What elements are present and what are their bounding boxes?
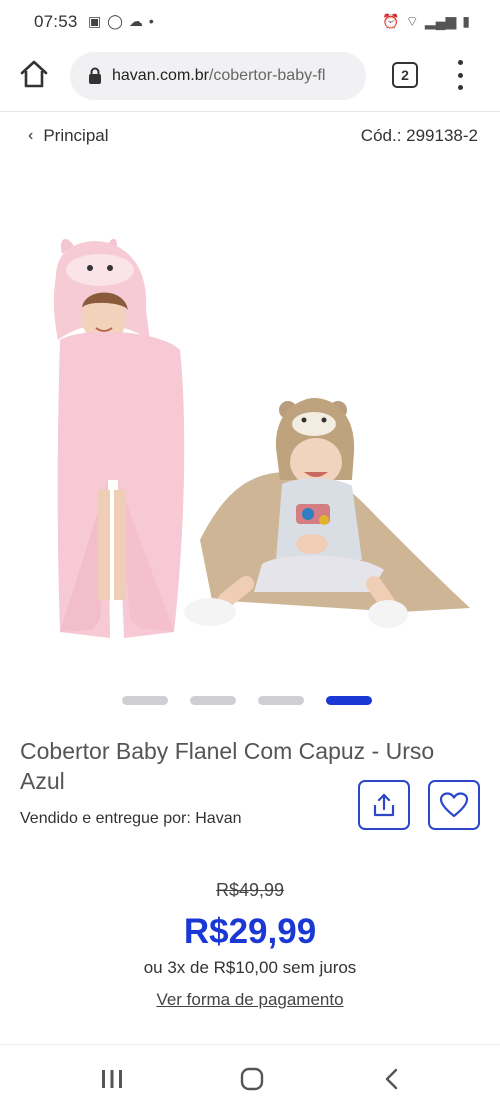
system-navigation-bar [0,1044,500,1110]
sale-price: R$29,99 [183,912,317,951]
browser-toolbar: havan.com.br/cobertor-baby-fl 2 [0,44,500,112]
recent-apps-icon [102,1070,122,1088]
dot-icon: • [148,13,154,29]
whatsapp-icon: ◯ [107,13,123,29]
image-carousel-indicators [122,696,372,705]
seller-info: Vendido e entregue por: Havan [20,810,242,827]
chevron-left-icon: ‹ [28,127,34,144]
home-button[interactable] [18,58,50,90]
pink-blanket-child [53,238,185,638]
carousel-dot[interactable] [190,696,236,705]
menu-dot-icon [457,60,463,65]
home-icon [20,60,48,88]
url-path: /cobertor-baby-fl [208,67,326,84]
heart-icon [439,792,469,818]
signal-icon: ▂▄▆ [424,13,457,29]
back-chevron-icon [385,1068,398,1090]
home-nav-button[interactable] [236,1063,268,1095]
address-bar[interactable]: havan.com.br/cobertor-baby-fl [70,52,366,100]
home-circle-icon [240,1067,264,1091]
back-nav-button[interactable] [376,1063,408,1095]
wifi-icon: ⌔ [405,13,419,29]
battery-icon: ▮ [462,13,470,29]
cloud-icon: ☁ [128,13,143,29]
menu-dot-icon [457,72,463,78]
url-domain: havan.com.br [112,67,209,84]
favorite-button[interactable] [428,780,480,830]
browser-menu-button[interactable] [452,60,468,90]
status-time: 07:53 [34,12,78,31]
carousel-dot[interactable] [258,696,304,705]
tabs-button[interactable]: 2 [392,62,418,88]
status-notification-icons: ▣ ◯ ☁ • [88,11,154,31]
tan-blanket-child [184,398,470,628]
status-system-icons: ⏰ ⌔ ▂▄▆ ▮ [382,11,470,31]
installment-info: ou 3x de R$10,00 sem juros [143,958,357,977]
status-bar: 07:53 ▣ ◯ ☁ • ⏰ ⌔ ▂▄▆ ▮ [0,0,500,44]
lock-icon [89,67,101,84]
image-icon: ▣ [88,13,102,29]
share-button[interactable] [358,780,410,830]
payment-options-link[interactable]: Ver forma de pagamento [0,990,500,1010]
tab-count: 2 [401,67,409,83]
alarm-icon: ⏰ [382,13,400,29]
menu-dot-icon [457,85,463,90]
recent-apps-button[interactable] [96,1063,128,1095]
back-to-principal-link[interactable]: ‹ Principal [28,126,109,146]
product-image[interactable] [0,180,500,680]
product-code: Cód.: 299138-2 [360,126,478,145]
back-label: Principal [43,126,109,145]
share-icon [373,793,395,817]
carousel-dot[interactable] [122,696,168,705]
carousel-dot-active[interactable] [326,696,372,705]
url-text: havan.com.br/cobertor-baby-fl [112,67,325,85]
original-price: R$49,99 [215,880,285,900]
